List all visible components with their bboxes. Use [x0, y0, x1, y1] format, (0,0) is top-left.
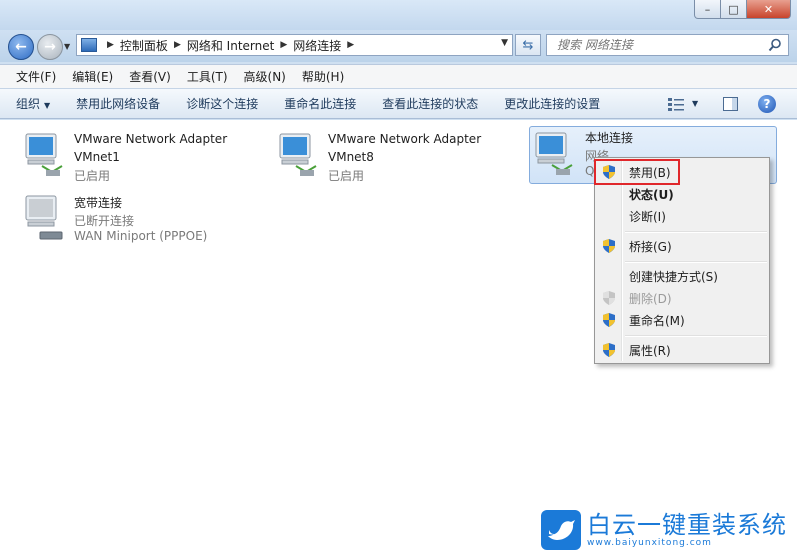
menu-item-create-shortcut[interactable]: 创建快捷方式(S) — [597, 265, 767, 287]
address-dropdown[interactable]: ▼ — [501, 38, 508, 48]
menu-separator — [625, 261, 767, 263]
address-bar[interactable]: ▶ 控制面板 ▶ 网络和 Internet ▶ 网络连接 ▶ ▼ — [76, 34, 513, 56]
forward-button[interactable]: → — [37, 34, 63, 60]
breadcrumb-separator-icon[interactable]: ▶ — [107, 40, 114, 50]
menu-item-properties[interactable]: 属性(R) — [597, 339, 767, 361]
menu-item-bridge[interactable]: 桥接(G) — [597, 235, 767, 257]
watermark-title: 白云一键重装系统 — [587, 511, 787, 539]
network-adapter-icon — [279, 133, 317, 176]
connection-name: 宽带连接 — [74, 196, 123, 210]
preview-pane-icon[interactable] — [723, 97, 738, 111]
minimize-button[interactable]: – — [694, 0, 721, 19]
window-controls: – □ ✕ — [694, 0, 791, 19]
close-button[interactable]: ✕ — [747, 0, 791, 19]
bird-logo-icon — [541, 510, 581, 550]
breadcrumb-separator-icon[interactable]: ▶ — [174, 40, 181, 50]
recent-pages-dropdown[interactable]: ▼ — [64, 42, 70, 51]
search-input[interactable] — [557, 38, 757, 52]
menu-item-rename[interactable]: 重命名(M) — [597, 309, 767, 331]
diagnose-connection-button[interactable]: 诊断这个连接 — [186, 95, 258, 112]
shield-icon — [603, 291, 615, 305]
chevron-down-icon: ▼ — [44, 101, 51, 110]
connection-status: 已启用 — [328, 169, 365, 183]
connection-device: VMnet1 — [74, 150, 120, 164]
title-bar: – □ ✕ — [0, 0, 797, 30]
context-menu: 禁用(B) 状态(U) 诊断(I) 桥接(G) 创建快捷方式(S) 删除(D) … — [594, 157, 770, 364]
network-adapter-icon — [25, 133, 63, 176]
menu-item-delete: 删除(D) — [597, 287, 767, 309]
search-icon[interactable] — [768, 38, 782, 52]
menu-separator — [625, 231, 767, 233]
menu-tools[interactable]: 工具(T) — [179, 68, 236, 85]
change-view-icon[interactable] — [668, 97, 684, 111]
menu-view[interactable]: 查看(V) — [121, 68, 179, 85]
breadcrumb-control-panel[interactable]: 控制面板 — [120, 37, 168, 54]
shield-icon — [603, 343, 615, 357]
breadcrumb-separator-icon[interactable]: ▶ — [347, 40, 354, 50]
view-options-dropdown[interactable]: ▼ — [692, 99, 698, 108]
back-button[interactable]: ← — [8, 34, 34, 60]
control-panel-icon — [81, 38, 97, 52]
menu-advanced[interactable]: 高级(N) — [236, 68, 294, 85]
menu-file[interactable]: 文件(F) — [8, 68, 64, 85]
refresh-icon: ⇆ — [522, 37, 534, 53]
watermark-url: www.baiyunxitong.com — [587, 538, 712, 548]
connection-broadband[interactable]: 宽带连接 已断开连接 WAN Miniport (PPPOE) — [22, 186, 267, 246]
shield-icon — [603, 239, 615, 253]
watermark: 白云一键重装系统 www.baiyunxitong.com — [541, 510, 787, 550]
breadcrumb-network-connections[interactable]: 网络连接 — [293, 37, 341, 54]
connection-name: VMware Network Adapter — [74, 132, 228, 146]
back-arrow-icon: ← — [15, 39, 27, 55]
command-bar: 组织 ▼ 禁用此网络设备 诊断这个连接 重命名此连接 查看此连接的状态 更改此连接… — [0, 88, 797, 119]
organize-button[interactable]: 组织 ▼ — [16, 95, 50, 112]
shield-icon — [603, 313, 615, 327]
network-adapter-icon — [535, 132, 573, 175]
connection-name: 本地连接 — [585, 131, 634, 145]
broadband-adapter-icon — [25, 195, 63, 240]
watermark-text: 白云一键重装系统 www.baiyunxitong.com — [587, 512, 787, 548]
rename-connection-button[interactable]: 重命名此连接 — [284, 95, 356, 112]
view-status-button[interactable]: 查看此连接的状态 — [382, 95, 478, 112]
menu-item-status[interactable]: 状态(U) — [597, 183, 767, 205]
maximize-button[interactable]: □ — [721, 0, 747, 19]
menu-separator — [625, 335, 767, 337]
disable-device-button[interactable]: 禁用此网络设备 — [76, 95, 160, 112]
help-icon[interactable]: ? — [758, 95, 776, 113]
connection-device: VMnet8 — [328, 150, 374, 164]
menu-item-diagnose[interactable]: 诊断(I) — [597, 205, 767, 227]
menu-help[interactable]: 帮助(H) — [294, 68, 352, 85]
refresh-button[interactable]: ⇆ — [515, 34, 541, 56]
menu-edit[interactable]: 编辑(E) — [64, 68, 121, 85]
breadcrumb-network-internet[interactable]: 网络和 Internet — [187, 37, 274, 54]
connection-device: WAN Miniport (PPPOE) — [74, 229, 208, 243]
connection-status: 已启用 — [74, 169, 111, 183]
highlight-annotation — [594, 159, 680, 185]
menu-bar: 文件(F) 编辑(E) 查看(V) 工具(T) 高级(N) 帮助(H) — [0, 64, 797, 88]
breadcrumb-separator-icon[interactable]: ▶ — [280, 40, 287, 50]
connection-status: 已断开连接 — [74, 214, 135, 228]
forward-arrow-icon: → — [44, 39, 56, 55]
connection-name: VMware Network Adapter — [328, 132, 482, 146]
change-settings-button[interactable]: 更改此连接的设置 — [504, 95, 600, 112]
connection-vmnet8[interactable]: VMware Network Adapter VMnet8 已启用 — [276, 124, 521, 184]
search-box[interactable] — [546, 34, 789, 56]
connection-vmnet1[interactable]: VMware Network Adapter VMnet1 已启用 — [22, 124, 267, 184]
